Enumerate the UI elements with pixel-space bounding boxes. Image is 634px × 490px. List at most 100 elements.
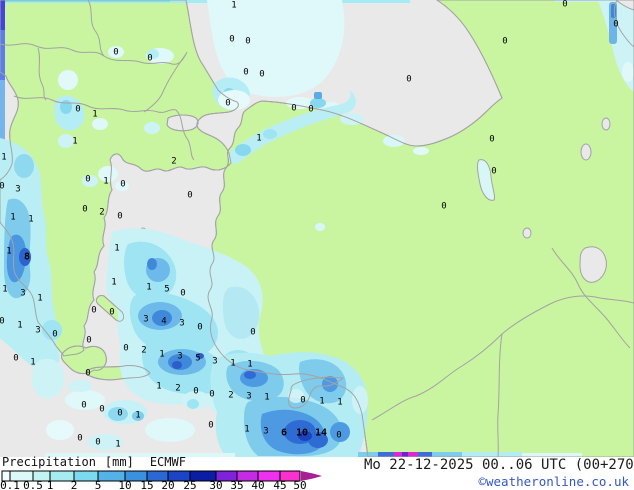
precip-value: 0 — [197, 323, 202, 333]
precip-value: 1 — [17, 321, 22, 331]
copyright-link[interactable]: ©weatheronline.co.uk — [478, 474, 629, 489]
precip-value: 0 — [82, 205, 87, 215]
precip-value: 0 — [187, 191, 192, 201]
precip-value: 1 — [256, 134, 261, 144]
precip-value: 1 — [114, 244, 119, 254]
precip-value: 2 — [99, 208, 104, 218]
precip-value: 3 — [263, 427, 268, 437]
precip-value: 3 — [212, 357, 217, 367]
lake — [580, 143, 592, 161]
precip-value: 0 — [308, 105, 313, 115]
precip-value: 0 — [336, 431, 341, 441]
precip-value: 0 — [0, 182, 5, 192]
lake — [522, 227, 532, 239]
precip-value: 1 — [2, 285, 7, 295]
precip-value: 3 — [143, 315, 148, 325]
legend-scale-ticks: 0.1 0.5 1 2 5 10 15 20 25 30 35 40 45 50 — [0, 479, 340, 490]
precip-value: 5 — [164, 285, 169, 295]
precip-value: 1 — [264, 393, 269, 403]
precip-value: 4 — [161, 317, 166, 327]
precip-value: 0 — [86, 336, 91, 346]
precip-value: 0 — [147, 54, 152, 64]
precip-value: 3 — [15, 185, 20, 195]
forecast-datetime: Mo 22-12-2025 00..06 UTC (00+270 — [364, 457, 634, 473]
precip-value: 1 — [1, 153, 6, 163]
precip-value: 1 — [146, 283, 151, 293]
precip-value: 1 — [30, 358, 35, 368]
precip-value: 5 — [195, 354, 200, 364]
precip-value: 0 — [225, 99, 230, 109]
precip-value: 1 — [244, 425, 249, 435]
precip-value: 0 — [208, 421, 213, 431]
precip-value: 1 — [247, 360, 252, 370]
precip-value: 0 — [243, 68, 248, 78]
legend-title-row: Precipitation [mm] ECMWF — [2, 455, 186, 469]
precip-value: 14 — [315, 428, 327, 439]
precip-value: 0 — [613, 20, 618, 30]
precip-value: 1 — [337, 398, 342, 408]
precip-value: 0 — [81, 401, 86, 411]
precip-value: 1 — [103, 177, 108, 187]
precip-value: 0 — [300, 396, 305, 406]
precip-value: 6 — [281, 428, 287, 439]
precip-value: 2 — [228, 391, 233, 401]
precip-value: 0 — [502, 37, 507, 47]
precip-value: 1 — [111, 278, 116, 288]
legend-unit: [mm] — [104, 455, 134, 469]
precip-value: 0 — [91, 306, 96, 316]
precip-value: 0 — [52, 330, 57, 340]
precipitation-map: 10 0000 00 0 000000 111 01 20 1 00 300 2 01 1001 8111 3… — [0, 0, 634, 457]
precip-value: 0 — [85, 369, 90, 379]
precip-value: 1 — [159, 350, 164, 360]
precip-value: 0 — [229, 35, 234, 45]
precip-value: 3 — [177, 352, 182, 362]
precip-value: 1 — [231, 1, 236, 11]
precip-value: 0 — [291, 104, 296, 114]
precip-value: 1 — [10, 213, 15, 223]
precip-value: 3 — [246, 392, 251, 402]
precip-value: 0 — [491, 167, 496, 177]
precip-value: 1 — [135, 411, 140, 421]
precip-value: 0 — [193, 387, 198, 397]
precip-value: 0 — [75, 105, 80, 115]
precip-value: 0 — [117, 409, 122, 419]
precip-value: 0 — [117, 212, 122, 222]
scale-tick-label: 25 — [183, 479, 197, 490]
precip-value: 0 — [113, 48, 118, 58]
precip-value: 3 — [35, 326, 40, 336]
precip-value: 1 — [115, 440, 120, 450]
precip-value: 8 — [24, 252, 30, 263]
precip-value: 0 — [180, 289, 185, 299]
precip-value: 0 — [85, 175, 90, 185]
legend-title: Precipitation — [2, 455, 96, 469]
scale-tick-label: 50 — [293, 479, 307, 490]
precip-value: 2 — [141, 346, 146, 356]
precip-value: 1 — [92, 110, 97, 120]
precip-value: 0 — [123, 344, 128, 354]
precip-value: 3 — [179, 319, 184, 329]
precip-value: 1 — [72, 137, 77, 147]
scale-tick-label: 5 — [94, 479, 102, 490]
precip-value: 0 — [259, 70, 264, 80]
precip-value: 0 — [489, 135, 494, 145]
precip-value: 1 — [230, 359, 235, 369]
precip-value: 0 — [406, 75, 411, 85]
lake — [601, 117, 611, 131]
scale-tick-label: 1 — [46, 479, 54, 490]
precip-value: 0 — [13, 354, 18, 364]
precip-value: 0 — [99, 405, 104, 415]
precip-value: 0 — [441, 202, 446, 212]
scale-tick-label: 2 — [70, 479, 78, 490]
precip-value: 1 — [156, 382, 161, 392]
precip-value: 0 — [77, 434, 82, 444]
precip-value: 1 — [37, 294, 42, 304]
precip-value: 0 — [562, 0, 567, 10]
precip-value: 1 — [319, 397, 324, 407]
precip-value: 0 — [0, 317, 5, 327]
precip-value: 2 — [171, 157, 176, 167]
legend-model: ECMWF — [149, 455, 186, 469]
precip-value: 0 — [95, 438, 100, 448]
precip-value: 2 — [175, 384, 180, 394]
precip-value: 0 — [250, 328, 255, 338]
precip-value: 3 — [20, 289, 25, 299]
